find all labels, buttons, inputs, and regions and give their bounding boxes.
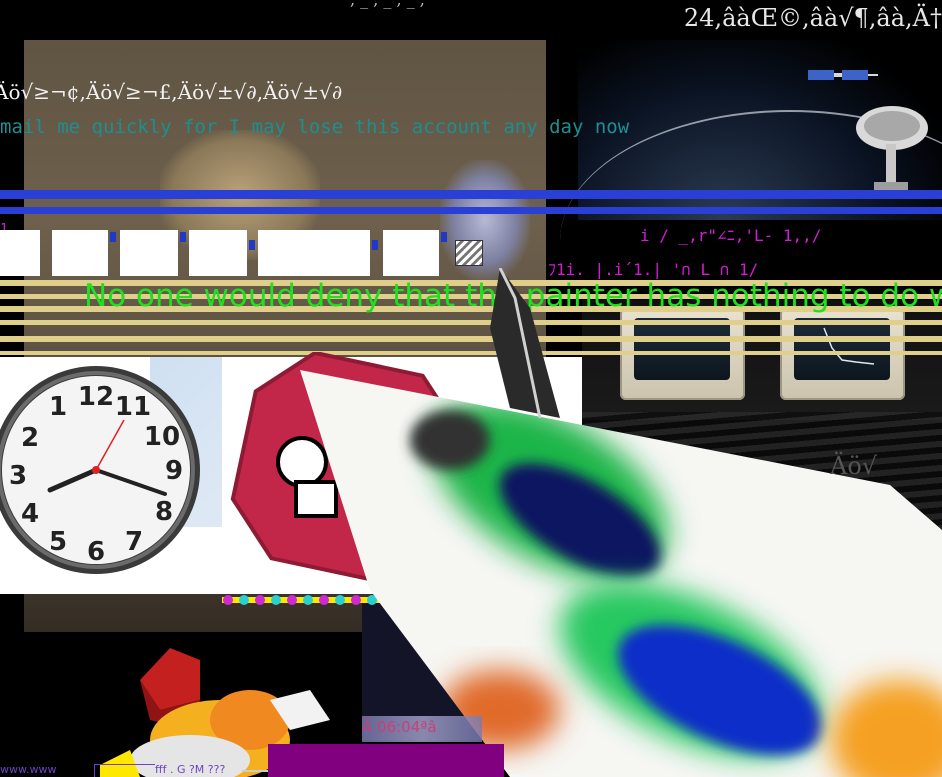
magenta-ascii-row-1: i / _,r"∠ﾆ,'L- 1,,/ [640, 226, 822, 245]
bottom-mid-text: fff . G ?M ??? [155, 763, 226, 776]
collage-canvas: , _ , _ , _ , 24,âàŒ©,âà√¶,âà,Ä† Äö√≥¬¢,… [0, 0, 942, 777]
white-box [383, 230, 439, 276]
hatched-square [455, 240, 483, 266]
clock-number-6: 6 [87, 537, 105, 567]
blue-tick [372, 240, 378, 250]
blue-stripe-2 [0, 207, 942, 214]
clock-number-8: 8 [155, 497, 173, 527]
white-box [258, 230, 370, 276]
bottom-left-text: www.www [0, 763, 57, 776]
purple-block [268, 744, 504, 777]
clock-number-12: 12 [78, 382, 114, 412]
clock-number-11: 11 [115, 392, 151, 422]
blue-tick [249, 240, 255, 250]
top-right-mojibake: 24,âàŒ©,âà√¶,âà,Ä† [683, 4, 942, 32]
glitch-text: Ä 06:04ªâ [362, 718, 437, 736]
email-request-text: mail me quickly for I may lose this acco… [0, 116, 630, 138]
blue-stripe-1 [0, 190, 942, 199]
clock-number-4: 4 [21, 499, 39, 529]
satellite-icon [808, 70, 878, 80]
blue-tick [441, 232, 447, 242]
bottom-dash [242, 770, 268, 772]
blue-tick [110, 232, 116, 242]
white-box [120, 230, 178, 276]
magenta-ascii-row-2: ﾌ1i. |.i´1.| '∩ L ∩ 1/ [548, 260, 759, 279]
bottom-outline-box [94, 764, 155, 777]
background-glow [440, 160, 530, 280]
clock-number-1: 1 [49, 392, 67, 422]
satellite-dish-icon [856, 106, 928, 190]
white-box [189, 230, 247, 276]
clock-number-9: 9 [165, 456, 183, 486]
white-box [0, 230, 40, 276]
dark-shard [490, 268, 560, 418]
clock-number-5: 5 [49, 527, 67, 557]
clock-number-10: 10 [144, 422, 180, 452]
white-box [52, 230, 108, 276]
ghost-mojibake-right: Äö√ [830, 452, 878, 480]
wall-clock-icon: 12 11 10 9 8 7 6 5 4 3 2 1 [0, 366, 200, 574]
top-glyph-fragments: , _ , _ , _ , [350, 0, 425, 9]
clock-number-2: 2 [21, 423, 39, 453]
clock-number-3: 3 [9, 461, 27, 491]
blue-tick [180, 232, 186, 242]
mojibake-text-line: Äö√≥¬¢,Äö√≥¬£,Äö√±√∂,Äö√±√∂ [0, 80, 343, 104]
clock-number-7: 7 [125, 527, 143, 557]
